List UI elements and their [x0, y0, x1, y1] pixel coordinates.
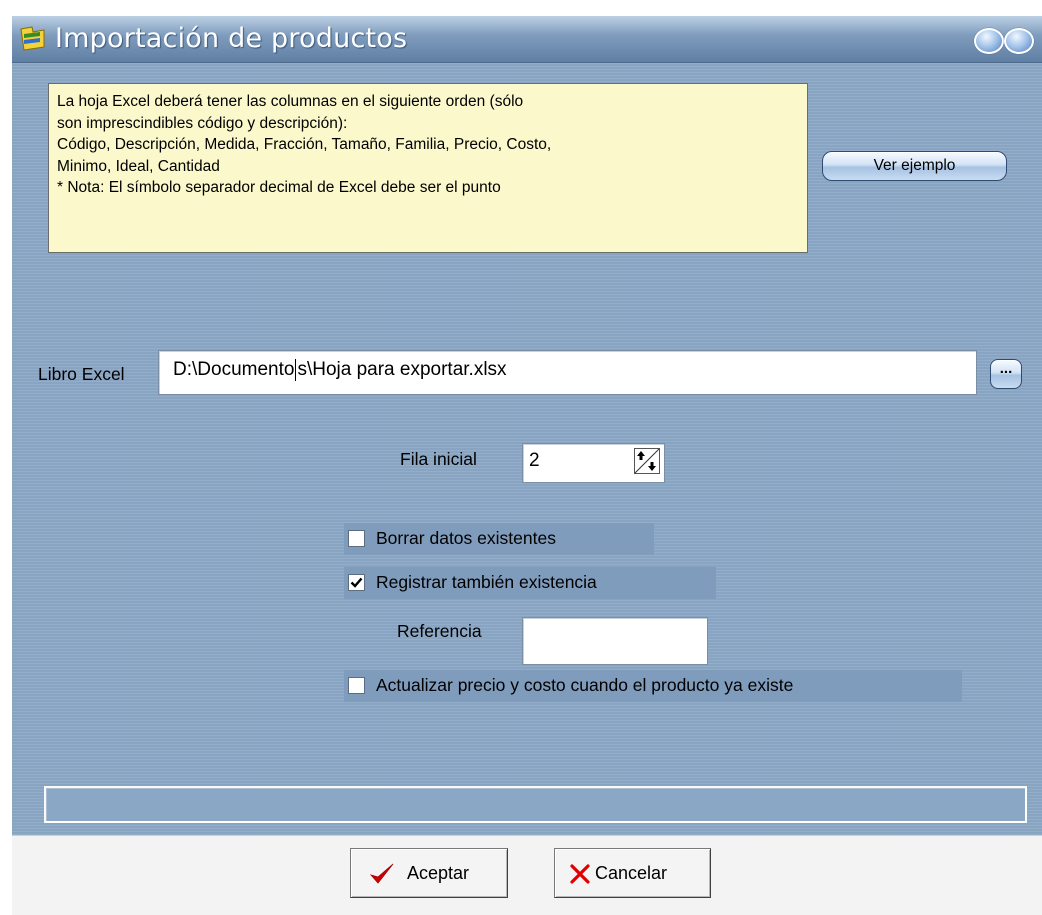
check-icon	[350, 577, 363, 588]
note-line: Minimo, Ideal, Cantidad	[57, 157, 220, 175]
progress-bar	[44, 786, 1027, 823]
ver-ejemplo-label: Ver ejemplo	[873, 157, 956, 174]
minimize-icon[interactable]	[974, 28, 1004, 54]
close-icon[interactable]	[1004, 28, 1034, 54]
registrar-existencia-checkbox[interactable]	[348, 574, 365, 591]
note-line: * Nota: El símbolo separador decimal de …	[57, 179, 501, 196]
note-line: Código, Descripción, Medida, Fracción, T…	[57, 136, 552, 153]
import-products-window: Importación de productos La hoja Excel d…	[12, 16, 1042, 915]
spin-arrows-icon[interactable]	[634, 448, 660, 474]
referencia-label: Referencia	[397, 621, 482, 641]
ver-ejemplo-button[interactable]: Ver ejemplo	[822, 151, 1007, 181]
registrar-existencia-label: Registrar también existencia	[376, 572, 597, 592]
referencia-input[interactable]	[522, 617, 708, 665]
aceptar-button[interactable]: Aceptar	[350, 848, 508, 898]
libro-excel-value-start: D:\Documento	[173, 359, 295, 381]
fila-inicial-value: 2	[529, 450, 540, 471]
fila-inicial-label: Fila inicial	[400, 449, 477, 469]
borrar-datos-checkbox[interactable]	[348, 530, 365, 547]
checkmark-icon	[369, 863, 394, 884]
button-bar: Aceptar Cancelar	[12, 836, 1042, 915]
instructions-note: La hoja Excel deberá tener las columnas …	[48, 83, 808, 253]
cancelar-button[interactable]: Cancelar	[554, 848, 711, 898]
note-line: son imprescindibles código y descripción…	[57, 114, 348, 132]
cancelar-label: Cancelar	[595, 863, 668, 883]
libro-excel-input[interactable]: D:\Documento s\Hoja para exportar.xlsx	[158, 350, 977, 395]
app-icon	[20, 26, 45, 51]
window-title: Importación de productos	[55, 23, 408, 54]
browse-label: ...	[999, 360, 1013, 377]
note-line: La hoja Excel deberá tener las columnas …	[57, 93, 524, 110]
actualizar-precio-label: Actualizar precio y costo cuando el prod…	[376, 675, 794, 695]
main-panel: La hoja Excel deberá tener las columnas …	[12, 63, 1042, 836]
borrar-datos-option[interactable]: Borrar datos existentes	[344, 523, 654, 555]
libro-excel-value-end: s\Hoja para exportar.xlsx	[297, 359, 507, 381]
registrar-existencia-option[interactable]: Registrar también existencia	[344, 567, 716, 599]
actualizar-precio-option[interactable]: Actualizar precio y costo cuando el prod…	[344, 670, 962, 702]
title-bar: Importación de productos	[12, 16, 1042, 63]
actualizar-precio-checkbox[interactable]	[348, 677, 365, 694]
aceptar-label: Aceptar	[407, 863, 470, 883]
browse-file-button[interactable]: ...	[990, 359, 1022, 389]
borrar-datos-label: Borrar datos existentes	[376, 528, 556, 548]
x-icon	[570, 864, 590, 884]
libro-excel-label: Libro Excel	[38, 364, 125, 384]
